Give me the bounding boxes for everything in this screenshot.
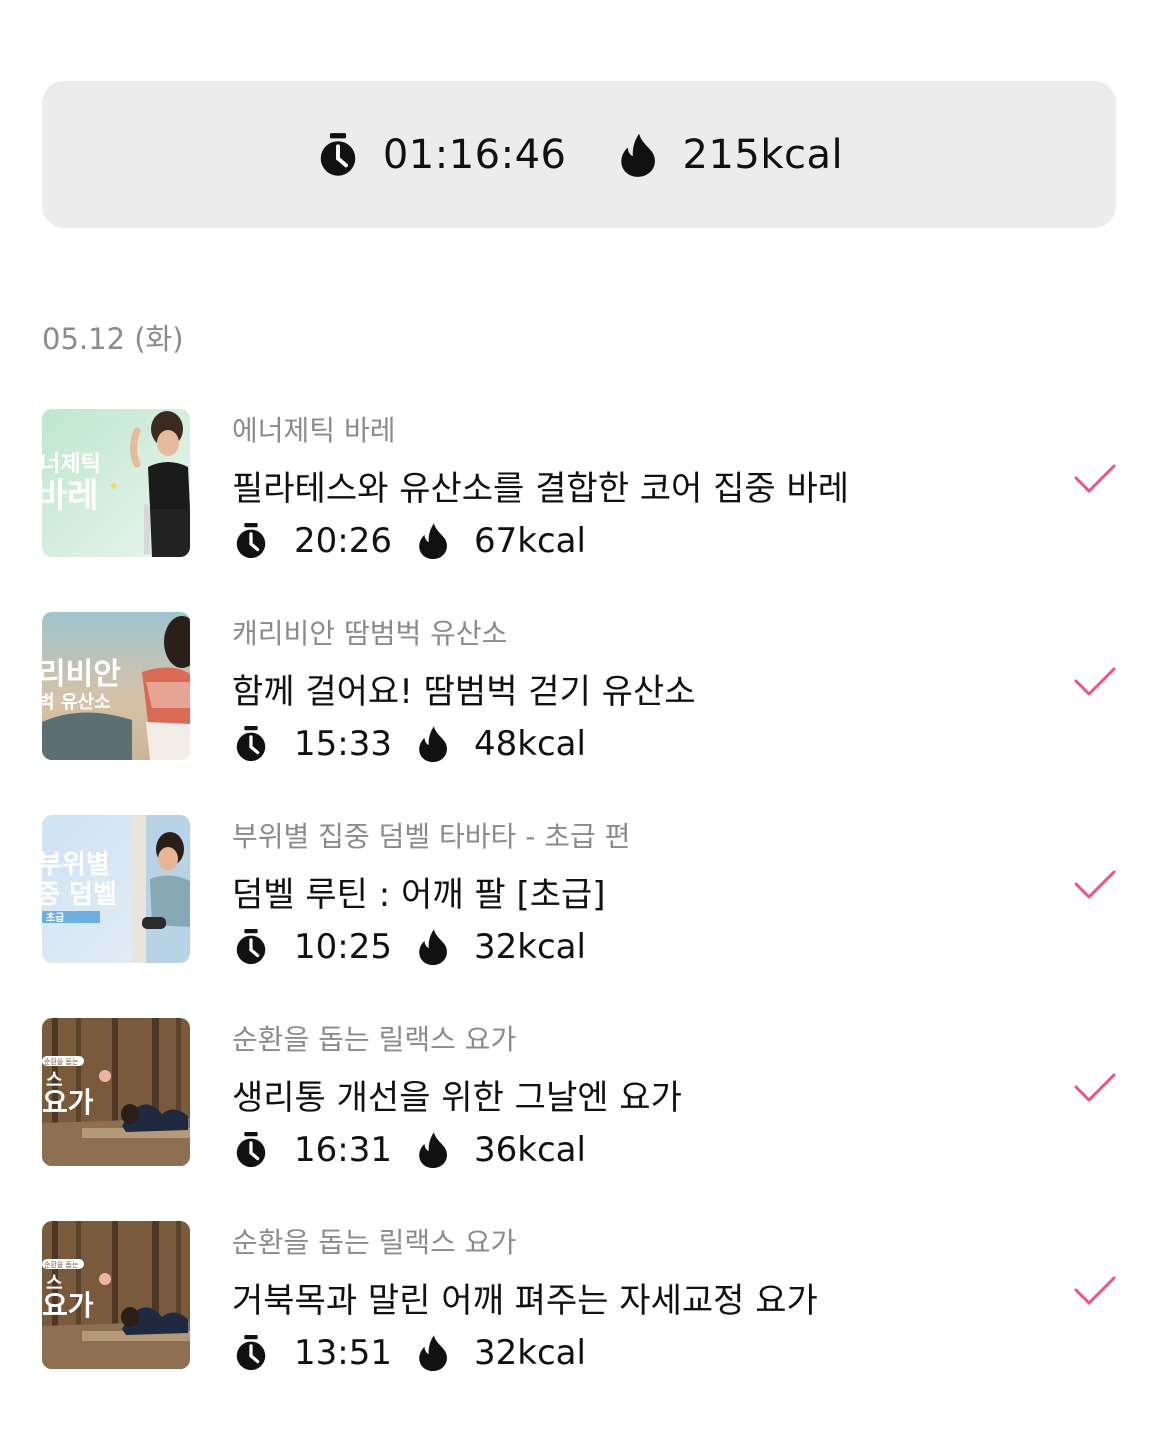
workout-list: 너제틱 바레 ✦ 에너제틱 바레 필라테스와 유산소를 결합한 코어 집중 바레… xyxy=(42,409,1116,1424)
svg-text:바레: 바레 xyxy=(42,476,99,516)
completed-check-icon xyxy=(1074,1072,1116,1104)
workout-program-name: 순환을 돕는 릴랙스 요가 xyxy=(232,1226,517,1259)
workout-kcal: 32kcal xyxy=(474,1333,586,1373)
svg-text:요가: 요가 xyxy=(42,1086,94,1119)
flame-icon xyxy=(414,928,452,966)
flame-icon xyxy=(414,1131,452,1169)
total-kcal-stat: 215kcal xyxy=(615,132,844,178)
svg-text:부위별: 부위별 xyxy=(42,850,110,880)
workout-program-name: 부위별 집중 덤벨 타바타 - 초급 편 xyxy=(232,820,631,853)
workout-duration: 10:25 xyxy=(294,927,392,967)
flame-icon xyxy=(615,132,661,178)
workout-program-name: 캐리비안 땀범벅 유산소 xyxy=(232,617,508,650)
workout-program-name: 에너제틱 바레 xyxy=(232,414,396,447)
stopwatch-icon xyxy=(232,1334,270,1372)
workout-meta: 15:33 48kcal xyxy=(232,724,586,764)
workout-list-item[interactable]: 순환을 돕는 스 요가 순환을 돕는 릴랙스 요가 거북목과 말린 어깨 펴주는… xyxy=(42,1221,1116,1424)
completed-check-icon xyxy=(1074,869,1116,901)
svg-text:요가: 요가 xyxy=(42,1289,94,1322)
flame-icon xyxy=(414,522,452,560)
workout-list-item[interactable]: 부위별 중 덤벨 초급 부위별 집중 덤벨 타바타 - 초급 편 덤벨 루틴 :… xyxy=(42,815,1116,1018)
workout-meta: 20:26 67kcal xyxy=(232,521,586,561)
completed-check-icon xyxy=(1074,666,1116,698)
svg-text:너제틱: 너제틱 xyxy=(42,452,101,477)
workout-meta: 13:51 32kcal xyxy=(232,1333,586,1373)
svg-text:중 덤벨: 중 덤벨 xyxy=(42,880,117,910)
stopwatch-icon xyxy=(315,132,361,178)
workout-list-item[interactable]: 순환을 돕는 스 요가 순환을 돕는 릴랙스 요가 생리통 개선을 위한 그날엔… xyxy=(42,1018,1116,1221)
workout-list-item[interactable]: 너제틱 바레 ✦ 에너제틱 바레 필라테스와 유산소를 결합한 코어 집중 바레… xyxy=(42,409,1116,612)
workout-kcal: 32kcal xyxy=(474,927,586,967)
svg-text:초급: 초급 xyxy=(46,911,64,924)
workout-title: 거북목과 말린 어깨 펴주는 자세교정 요가 xyxy=(232,1281,818,1321)
workout-kcal: 48kcal xyxy=(474,724,586,764)
total-kcal-value: 215kcal xyxy=(682,131,844,178)
workout-kcal: 67kcal xyxy=(474,521,586,561)
workout-title: 생리통 개선을 위한 그날엔 요가 xyxy=(232,1078,682,1118)
completed-check-icon xyxy=(1074,1275,1116,1307)
svg-text:순환을 돕는: 순환을 돕는 xyxy=(44,1260,79,1269)
svg-text:순환을 돕는: 순환을 돕는 xyxy=(44,1057,79,1066)
stopwatch-icon xyxy=(232,725,270,763)
workout-duration: 15:33 xyxy=(294,724,392,764)
stopwatch-icon xyxy=(232,928,270,966)
workout-thumbnail: 너제틱 바레 ✦ xyxy=(42,409,190,557)
workout-duration: 16:31 xyxy=(294,1130,392,1170)
workout-program-name: 순환을 돕는 릴랙스 요가 xyxy=(232,1023,517,1056)
workout-thumbnail: 순환을 돕는 스 요가 xyxy=(42,1018,190,1166)
svg-text:리비안: 리비안 xyxy=(42,657,121,692)
workout-duration: 13:51 xyxy=(294,1333,392,1373)
workout-title: 필라테스와 유산소를 결합한 코어 집중 바레 xyxy=(232,469,850,509)
workout-thumbnail: 부위별 중 덤벨 초급 xyxy=(42,815,190,963)
completed-check-icon xyxy=(1074,463,1116,495)
workout-meta: 10:25 32kcal xyxy=(232,927,586,967)
workout-thumbnail: 순환을 돕는 스 요가 xyxy=(42,1221,190,1369)
total-time-stat: 01:16:46 xyxy=(315,131,567,178)
flame-icon xyxy=(414,1334,452,1372)
workout-title: 덤벨 루틴 : 어깨 팔 [초급] xyxy=(232,875,606,915)
total-time-value: 01:16:46 xyxy=(382,131,567,178)
svg-text:벅 유산소: 벅 유산소 xyxy=(42,692,111,713)
workout-thumbnail: 리비안 벅 유산소 xyxy=(42,612,190,760)
workout-title: 함께 걸어요! 땀범벅 걷기 유산소 xyxy=(232,672,696,712)
stopwatch-icon xyxy=(232,1131,270,1169)
stopwatch-icon xyxy=(232,522,270,560)
workout-kcal: 36kcal xyxy=(474,1130,586,1170)
workout-summary-card: 01:16:46 215kcal xyxy=(42,81,1116,228)
flame-icon xyxy=(414,725,452,763)
date-header: 05.12 (화) xyxy=(42,322,184,356)
svg-text:✦: ✦ xyxy=(108,479,120,495)
workout-meta: 16:31 36kcal xyxy=(232,1130,586,1170)
workout-list-item[interactable]: 리비안 벅 유산소 캐리비안 땀범벅 유산소 함께 걸어요! 땀범벅 걷기 유산… xyxy=(42,612,1116,815)
workout-duration: 20:26 xyxy=(294,521,392,561)
